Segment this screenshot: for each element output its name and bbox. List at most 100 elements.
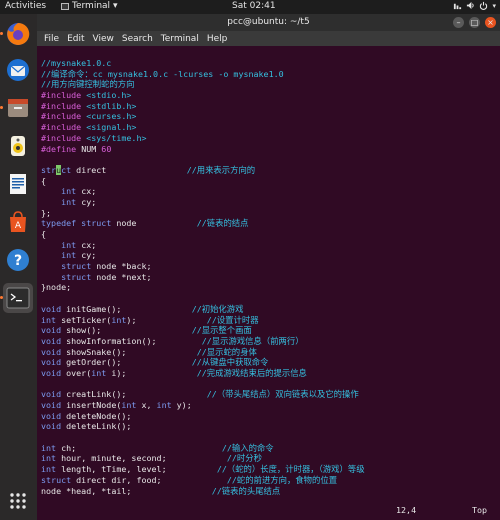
dock-item-writer[interactable] [3, 169, 33, 199]
code-token: showSnake(); [61, 346, 197, 357]
dock-item-thunderbird[interactable] [3, 55, 33, 85]
code-token: #include [41, 90, 82, 101]
code-token: NUM [76, 143, 102, 154]
code-token: { [41, 175, 47, 186]
code-token: int [41, 442, 57, 453]
minimize-button[interactable]: – [453, 17, 464, 28]
code-token: //输入的命令 [221, 442, 274, 453]
code-line: #include <stdlib.h> [41, 101, 365, 112]
code-line: int cy; [41, 250, 365, 261]
code-token: node *next; [91, 271, 152, 282]
code-token: //用方向键控制蛇的方向 [41, 79, 135, 90]
svg-text:A: A [15, 221, 22, 231]
code-token: showInformation(); [61, 335, 202, 346]
code-token: //时分秒 [226, 453, 262, 464]
code-line: void deleteNode(); [41, 411, 365, 422]
code-token: //从键盘中获取命令 [191, 357, 269, 368]
code-token: int [61, 186, 77, 197]
code-token: over( [61, 367, 92, 378]
app-menu[interactable]: Terminal ▾ [61, 1, 118, 11]
code-token: <stdlib.h> [81, 100, 137, 111]
code-editor[interactable]: //mysnake1.0.c//编译命令：cc mysnake1.0.c -lc… [41, 58, 365, 496]
code-token: y); [171, 400, 192, 410]
dock-item-rhythmbox[interactable] [3, 131, 33, 161]
code-token: void [41, 325, 62, 336]
code-token: void [41, 389, 62, 400]
rhythmbox-icon [11, 136, 25, 156]
code-line: #include <curses.h> [41, 111, 365, 122]
code-token: deleteNode(); [61, 410, 132, 421]
window-titlebar[interactable]: pcc@ubuntu: ~/t5 – □ × [37, 14, 500, 31]
maximize-button[interactable]: □ [469, 17, 480, 28]
dock-item-software[interactable]: A [3, 207, 33, 237]
code-token: node [111, 218, 197, 229]
code-token: int [41, 314, 57, 325]
code-line: #define NUM 60 [41, 144, 365, 155]
code-token: void [41, 367, 62, 378]
files-icon [8, 99, 28, 117]
code-token: #include [41, 100, 82, 111]
system-tray[interactable]: ▾ [453, 1, 496, 10]
terminal-viewport[interactable]: //mysnake1.0.c//编译命令：cc mysnake1.0.c -lc… [37, 46, 500, 520]
window-controls: – □ × [453, 17, 496, 28]
menu-view[interactable]: View [93, 34, 114, 44]
code-token: cx; [76, 186, 97, 197]
code-token: void [41, 335, 62, 346]
code-token: int [156, 400, 172, 410]
code-line: int cx; [41, 240, 365, 251]
code-token: int [61, 196, 77, 207]
code-line: //mysnake1.0.c [41, 58, 365, 69]
code-token: //mysnake1.0.c [41, 58, 112, 68]
dock-item-files[interactable] [3, 93, 33, 123]
code-line: void showSnake(); //显示蛇的身体 [41, 347, 365, 358]
window-title: pcc@ubuntu: ~/t5 [227, 17, 310, 27]
code-token: void [41, 400, 62, 410]
menu-file[interactable]: File [44, 34, 59, 44]
code-token: { [41, 229, 47, 239]
code-token: //设置计时器 [206, 314, 259, 325]
code-token: int [41, 453, 57, 464]
code-token: struct [61, 261, 92, 272]
code-token: length, tTime, level; [56, 464, 217, 475]
code-line: #include <stdio.h> [41, 90, 365, 101]
code-token: initGame(); [61, 303, 192, 314]
code-token: typedef struct [41, 218, 112, 229]
code-token: //显示蛇的身体 [196, 346, 257, 357]
code-token: direct [71, 164, 187, 175]
clock[interactable]: Sat 02:41 [232, 1, 276, 11]
code-token: creatLink(); [61, 389, 207, 400]
firefox-icon [7, 22, 30, 45]
code-token: node *head, *tail; [41, 485, 212, 496]
dock-item-firefox[interactable] [3, 19, 33, 49]
code-token: //链表的头尾结点 [211, 485, 281, 496]
close-button[interactable]: × [485, 17, 496, 28]
dock-item-terminal[interactable] [3, 283, 33, 313]
code-token: //初始化游戏 [191, 303, 244, 314]
dock-item-show-apps[interactable] [3, 486, 33, 516]
code-token: void [41, 421, 62, 432]
code-token: }node; [41, 282, 72, 293]
activities-button[interactable]: Activities [5, 1, 46, 11]
power-icon [480, 1, 488, 10]
code-line: int hour, minute, second; //时分秒 [41, 453, 365, 464]
code-token: <sys/time.h> [81, 132, 147, 143]
menu-edit[interactable]: Edit [67, 34, 84, 44]
code-token: cy; [76, 250, 97, 261]
code-line: int ch; //输入的命令 [41, 443, 365, 454]
menu-search[interactable]: Search [122, 34, 153, 44]
menu-terminal[interactable]: Terminal [161, 34, 199, 44]
volume-icon [467, 1, 475, 10]
code-line: int setTicker(int); //设置计时器 [41, 315, 365, 326]
code-token: //蛇的前进方向，食物的位置 [226, 474, 338, 485]
code-line: struct node *back; [41, 261, 365, 272]
code-line: #include <sys/time.h> [41, 133, 365, 144]
help-icon: ? [7, 249, 29, 271]
dock-item-help[interactable]: ? [3, 245, 33, 275]
menu-help[interactable]: Help [207, 34, 228, 44]
code-token: //显示整个画面 [191, 325, 252, 336]
